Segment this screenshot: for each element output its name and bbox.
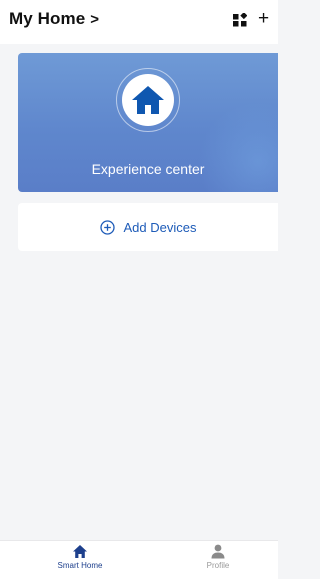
home-selector[interactable]: My Home >: [9, 9, 99, 29]
house-icon: [122, 74, 174, 126]
app-root: My Home > + Experience center Add Device…: [0, 0, 278, 579]
experience-center-label: Experience center: [91, 161, 205, 177]
top-header: My Home > +: [0, 0, 278, 44]
tab-profile-label: Profile: [206, 561, 230, 570]
tab-smart-home-label: Smart Home: [57, 561, 103, 570]
tab-profile[interactable]: Profile: [163, 544, 273, 579]
experience-logo-ring: [116, 68, 180, 132]
add-devices-label: Add Devices: [123, 219, 197, 235]
chevron-right-icon: >: [90, 10, 100, 28]
bottom-tab-bar: Smart Home Profile: [0, 540, 278, 579]
person-icon: [211, 544, 225, 559]
add-devices-button[interactable]: Add Devices: [18, 203, 278, 251]
tab-smart-home[interactable]: Smart Home: [25, 544, 135, 579]
house-icon: [73, 545, 87, 558]
plus-icon[interactable]: +: [258, 6, 278, 32]
home-title-label: My Home: [9, 9, 86, 28]
plus-circle-icon: [99, 219, 115, 235]
grid-layout-icon[interactable]: [233, 12, 248, 27]
